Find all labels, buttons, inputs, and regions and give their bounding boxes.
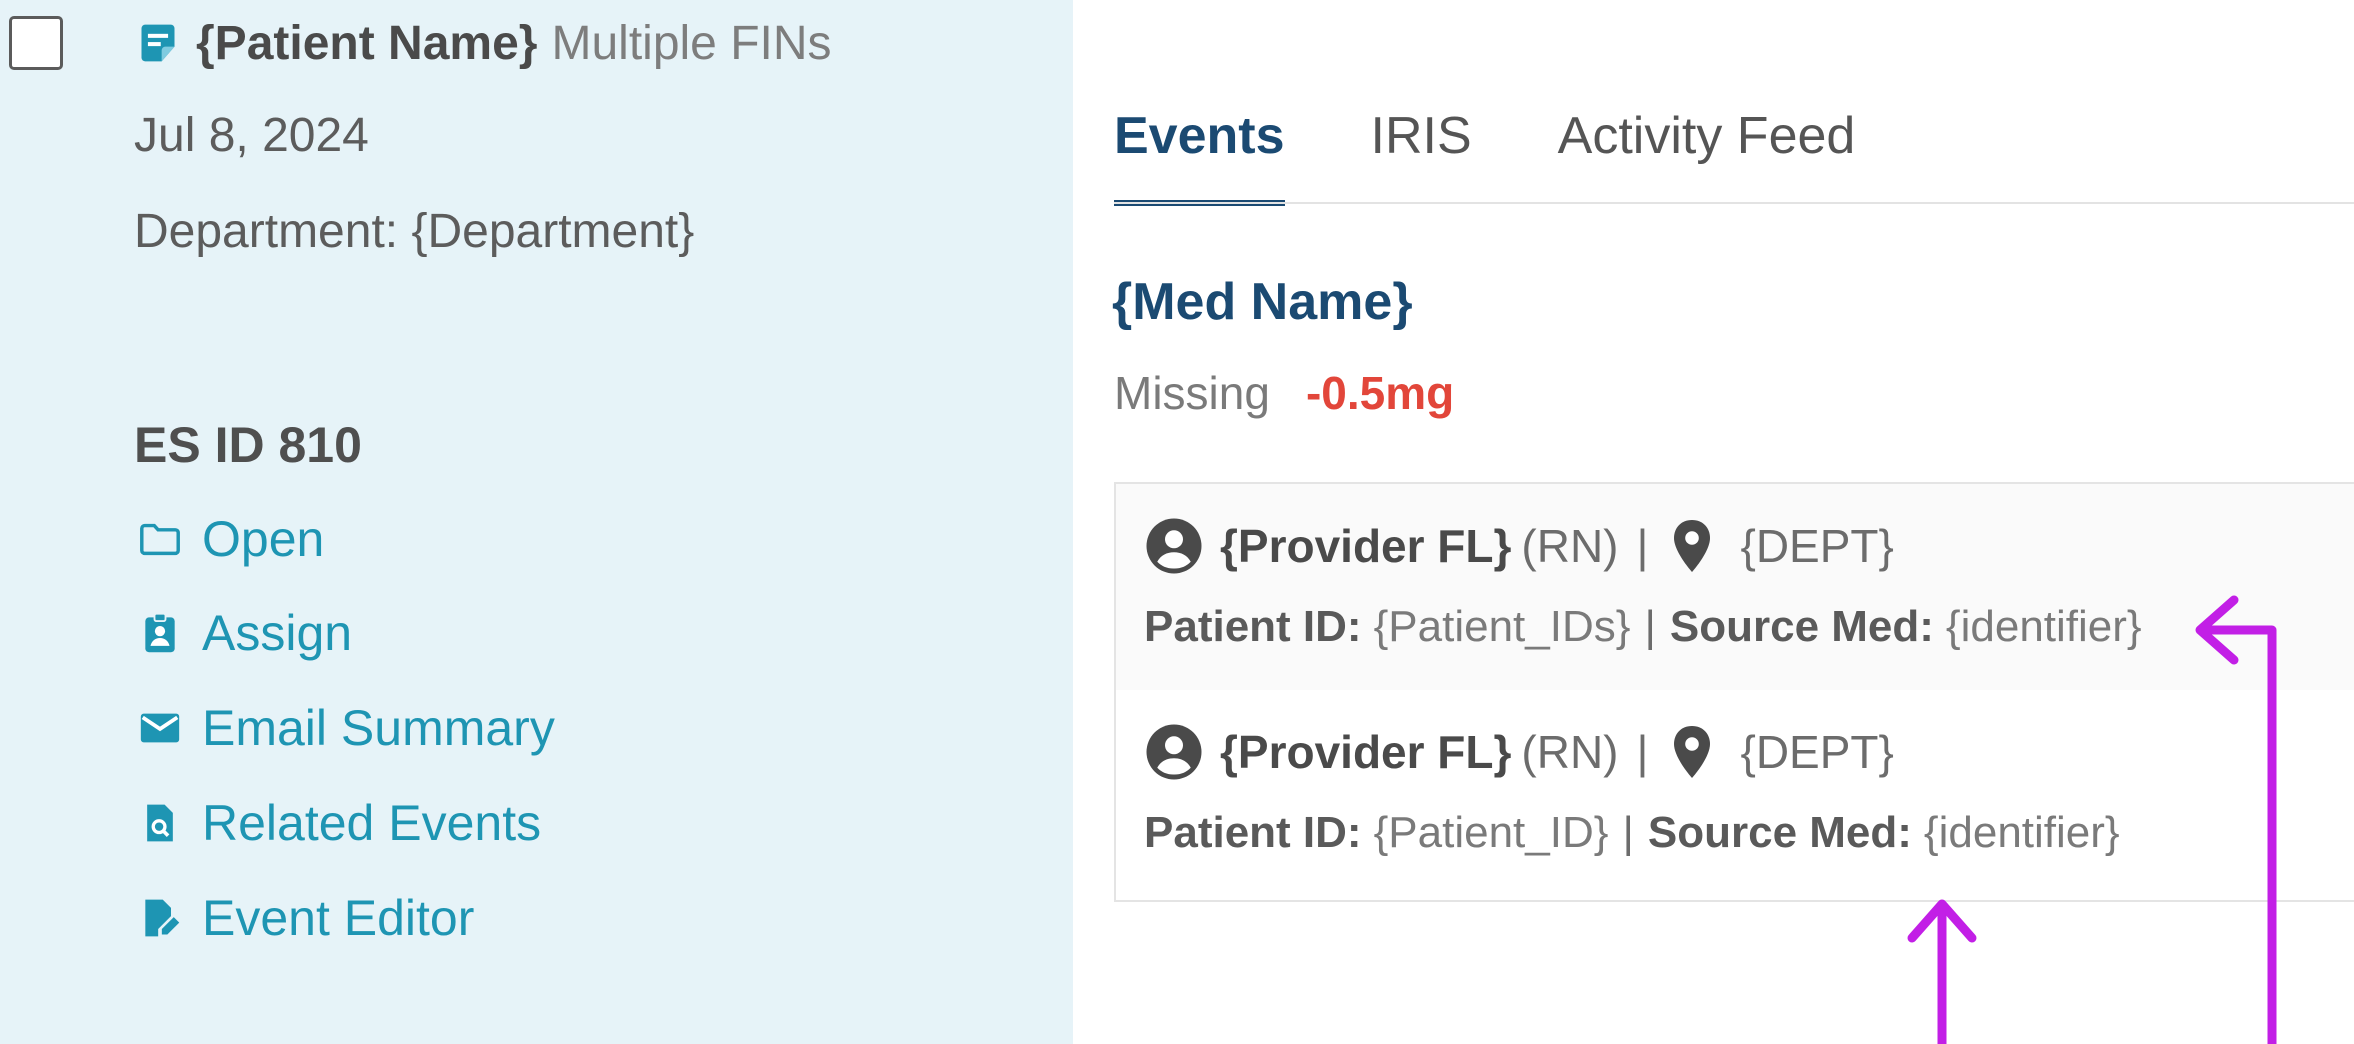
assign-label: Assign — [202, 605, 353, 661]
tab-activity-feed[interactable]: Activity Feed — [1558, 100, 1856, 206]
detail-tabs: Events IRIS Activity Feed — [1114, 100, 1941, 206]
patient-header: {Patient Name} Multiple FINs — [136, 14, 832, 72]
separator: | — [1636, 726, 1649, 778]
identifier-line: Patient ID: {Patient_IDs} | Source Med: … — [1144, 602, 2142, 652]
med-name: {Med Name} — [1112, 273, 1413, 331]
patient-id-label: Patient ID: — [1144, 808, 1362, 857]
document-edit-icon — [136, 894, 184, 942]
department-line: Department: {Department} — [134, 205, 695, 258]
event-date: Jul 8, 2024 — [134, 109, 369, 162]
tab-iris[interactable]: IRIS — [1371, 100, 1472, 206]
provider-line: {Provider FL} (RN) | {DEPT} — [1144, 514, 1894, 578]
separator: | — [1644, 602, 1656, 651]
dept-name: {DEPT} — [1740, 520, 1894, 572]
discrepancy-label: Missing — [1114, 367, 1270, 419]
location-pin-icon — [1668, 518, 1716, 574]
source-med-label: Source Med: — [1647, 808, 1912, 857]
patient-id-label: Patient ID: — [1144, 602, 1362, 651]
annotation-arrow-up — [1907, 899, 1977, 1044]
separator: | — [1622, 808, 1634, 857]
note-icon — [136, 21, 180, 65]
source-med-label: Source Med: — [1669, 602, 1934, 651]
provider-name: {Provider FL} — [1220, 520, 1512, 572]
assign-action[interactable]: Assign — [136, 598, 352, 668]
patient-name: {Patient Name} — [196, 16, 538, 70]
provider-name: {Provider FL} — [1220, 726, 1512, 778]
provider-role: (RN) — [1521, 726, 1619, 778]
event-editor-label: Event Editor — [202, 890, 475, 946]
tab-events[interactable]: Events — [1114, 100, 1285, 206]
source-med-value: {identifier} — [1923, 808, 2120, 857]
user-circle-icon — [1144, 516, 1204, 576]
patient-id-value: {Patient_IDs} — [1373, 602, 1631, 651]
event-editor-action[interactable]: Event Editor — [136, 883, 474, 953]
discrepancy-row: Missing -0.5mg — [1114, 366, 1454, 420]
document-search-icon — [136, 799, 184, 847]
separator: | — [1636, 520, 1649, 572]
user-circle-icon — [1144, 722, 1204, 782]
discrepancy-amount: -0.5mg — [1305, 367, 1455, 419]
es-id: ES ID 810 — [134, 417, 362, 473]
transaction-card[interactable]: {Provider FL} (RN) | {DEPT} Patient ID: … — [1114, 482, 2354, 692]
dept-name: {DEPT} — [1740, 726, 1894, 778]
related-events-action[interactable]: Related Events — [136, 788, 541, 858]
provider-line: {Provider FL} (RN) | {DEPT} — [1144, 720, 1894, 784]
identifier-line: Patient ID: {Patient_ID} | Source Med: {… — [1144, 808, 2120, 858]
clipboard-person-icon — [136, 609, 184, 657]
patient-fin-note: Multiple FINs — [551, 16, 832, 70]
event-summary-panel: {Patient Name} Multiple FINs Jul 8, 2024… — [0, 0, 1073, 1044]
email-summary-label: Email Summary — [202, 700, 555, 756]
open-action[interactable]: Open — [136, 504, 324, 574]
envelope-icon — [136, 704, 184, 752]
source-med-value: {identifier} — [1945, 602, 2142, 651]
provider-role: (RN) — [1521, 520, 1619, 572]
patient-id-value: {Patient_ID} — [1373, 808, 1609, 857]
transaction-card[interactable]: {Provider FL} (RN) | {DEPT} Patient ID: … — [1114, 690, 2354, 902]
email-summary-action[interactable]: Email Summary — [136, 693, 555, 763]
tab-divider — [1114, 202, 2354, 204]
open-label: Open — [202, 511, 325, 567]
folder-icon — [136, 515, 184, 563]
select-checkbox[interactable] — [9, 16, 63, 70]
related-events-label: Related Events — [202, 795, 542, 851]
location-pin-icon — [1668, 724, 1716, 780]
